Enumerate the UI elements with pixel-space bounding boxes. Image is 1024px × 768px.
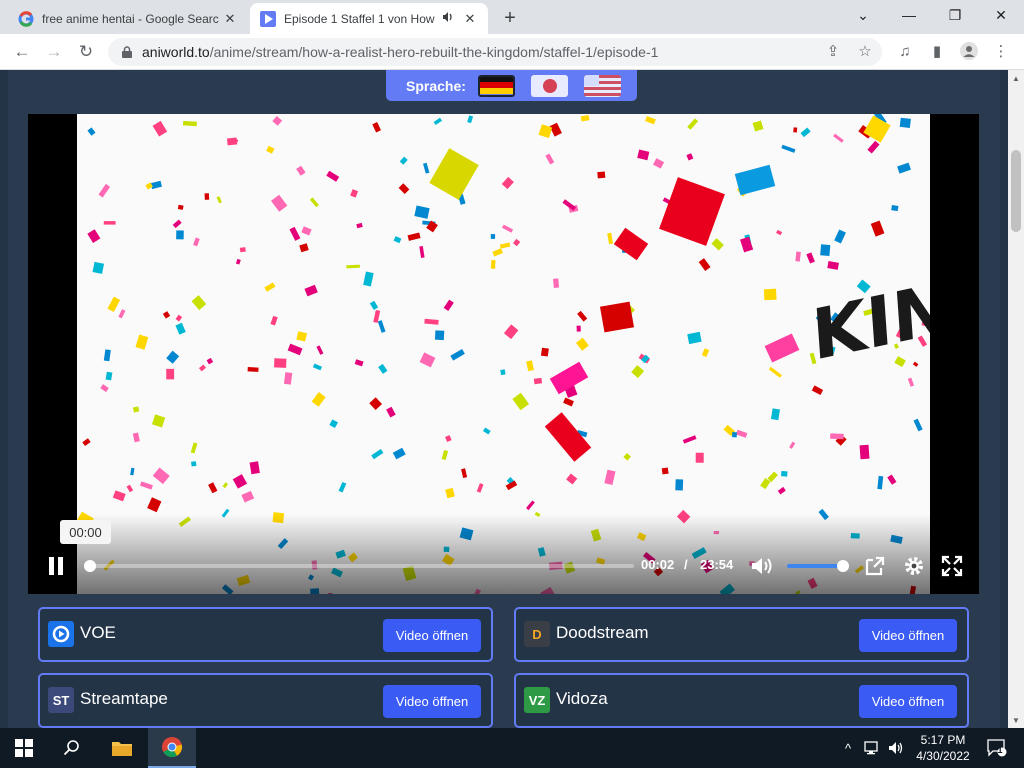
duration: 23:54 <box>700 557 734 572</box>
volume-handle[interactable] <box>837 560 849 572</box>
close-window-button[interactable]: ✕ <box>978 0 1024 30</box>
play-favicon-icon <box>260 10 276 27</box>
page-scrollbar[interactable]: ▲ ▼ <box>1008 70 1024 728</box>
hoster-doodstream[interactable]: D Doodstream Video öffnen <box>514 607 969 662</box>
volume-tray-icon[interactable] <box>886 738 906 758</box>
fullscreen-button[interactable] <box>940 554 964 578</box>
url-text: aniworld.to/anime/stream/how-a-realist-h… <box>142 44 658 60</box>
back-button[interactable]: ← <box>10 40 34 64</box>
gear-icon <box>905 557 923 575</box>
english-flag-icon[interactable] <box>584 74 621 97</box>
tray-overflow-icon[interactable]: ^ <box>838 738 858 758</box>
video-open-button[interactable]: Video öffnen <box>383 619 481 652</box>
maximize-button[interactable]: ❐ <box>932 0 978 30</box>
language-label: Sprache: <box>406 77 466 94</box>
clock-time: 5:17 PM <box>920 733 966 747</box>
pause-icon <box>49 557 63 575</box>
hoster-name: Vidoza <box>556 689 608 708</box>
video-overlay-text: KIN <box>809 267 930 377</box>
bookmark-star-icon[interactable]: ☆ <box>854 40 876 62</box>
tab-title: Episode 1 Staffel 1 von How <box>284 11 435 26</box>
seek-handle[interactable] <box>83 560 96 572</box>
url-path: /anime/stream/how-a-realist-hero-rebuilt… <box>209 44 659 60</box>
start-button[interactable] <box>0 728 48 768</box>
seek-tooltip: 00:00 <box>60 520 111 544</box>
japanese-flag-icon[interactable] <box>531 74 568 97</box>
windows-logo-icon <box>15 739 33 757</box>
streamtape-logo-icon: ST <box>48 687 74 713</box>
media-control-icon[interactable]: ♫ <box>894 40 916 62</box>
file-explorer-button[interactable] <box>98 728 146 768</box>
seek-bar[interactable] <box>83 560 634 572</box>
chrome-taskbar-button[interactable] <box>148 728 196 768</box>
google-icon <box>18 10 34 27</box>
hoster-voe[interactable]: VOE Video öffnen <box>38 607 493 662</box>
hoster-name: Doodstream <box>556 623 649 642</box>
hoster-name: VOE <box>80 623 116 642</box>
system-clock[interactable]: 5:17 PM 4/30/2022 <box>912 732 974 764</box>
notification-center-icon[interactable]: 1 <box>984 738 1010 758</box>
pause-button[interactable] <box>44 554 68 578</box>
menu-kebab-icon[interactable]: ⋮ <box>990 40 1012 62</box>
new-tab-button[interactable]: + <box>498 6 522 30</box>
tab-title: free anime hentai - Google Searc <box>42 11 219 26</box>
german-flag-icon[interactable] <box>477 74 516 97</box>
volume-icon <box>752 558 772 574</box>
reload-button[interactable]: ↻ <box>74 40 98 64</box>
hoster-vidoza[interactable]: VZ Vidoza Video öffnen <box>514 673 969 728</box>
video-open-button[interactable]: Video öffnen <box>383 685 481 718</box>
voe-logo-icon <box>48 621 74 647</box>
hoster-name: Streamtape <box>80 689 168 708</box>
scroll-down-arrow-icon[interactable]: ▼ <box>1008 712 1024 728</box>
tab-google-search[interactable]: free anime hentai - Google Searc ✕ <box>8 3 248 34</box>
external-link-icon <box>865 556 885 576</box>
vidoza-logo-icon: VZ <box>524 687 550 713</box>
search-button[interactable] <box>48 728 96 768</box>
controls-gradient <box>28 514 979 594</box>
windows-taskbar: ^ 5:17 PM 4/30/2022 1 <box>0 728 1024 768</box>
close-tab-icon[interactable]: ✕ <box>222 11 238 27</box>
forward-button[interactable]: → <box>42 40 66 64</box>
video-open-button[interactable]: Video öffnen <box>859 619 957 652</box>
time-separator: / <box>684 557 688 572</box>
popout-button[interactable] <box>863 554 887 578</box>
url-host: aniworld.to <box>142 44 210 60</box>
minimize-button[interactable]: — <box>886 0 932 30</box>
hoster-streamtape[interactable]: ST Streamtape Video öffnen <box>38 673 493 728</box>
tab-search-icon[interactable]: ⌄ <box>840 0 886 30</box>
address-bar[interactable]: aniworld.to/anime/stream/how-a-realist-h… <box>108 38 882 66</box>
volume-button[interactable] <box>750 554 776 578</box>
doodstream-logo-icon: D <box>524 621 550 647</box>
tab-strip: free anime hentai - Google Searc ✕ Episo… <box>0 0 1024 34</box>
tab-episode[interactable]: Episode 1 Staffel 1 von How ✕ <box>250 3 488 34</box>
share-icon[interactable]: ⇪ <box>822 40 844 62</box>
current-time: 00:02 <box>641 557 675 572</box>
folder-icon <box>112 742 132 756</box>
clock-date: 4/30/2022 <box>916 749 970 763</box>
scroll-thumb[interactable] <box>1011 150 1021 232</box>
network-icon[interactable] <box>862 738 882 758</box>
video-player[interactable]: KIN 00:00 00:02 / 23:54 <box>28 114 979 594</box>
speaker-icon[interactable] <box>442 11 456 26</box>
profile-avatar-icon[interactable] <box>958 40 980 62</box>
video-open-button[interactable]: Video öffnen <box>859 685 957 718</box>
browser-toolbar: ← → ↻ aniworld.to/anime/stream/how-a-rea… <box>0 34 1024 70</box>
chrome-icon <box>162 737 183 758</box>
side-panel-icon[interactable]: ▮ <box>926 40 948 62</box>
settings-button[interactable] <box>902 554 926 578</box>
search-icon <box>63 740 79 756</box>
volume-slider[interactable] <box>787 560 849 572</box>
language-selector: Sprache: <box>386 70 637 101</box>
notification-count: 1 <box>997 745 1003 755</box>
close-tab-icon[interactable]: ✕ <box>462 11 478 27</box>
scroll-up-arrow-icon[interactable]: ▲ <box>1008 70 1024 86</box>
fullscreen-icon <box>941 555 963 577</box>
lock-icon[interactable] <box>120 45 134 59</box>
page-content: Sprache: KIN 00:00 00:02 / 23:54 VOE Vid… <box>0 70 1008 728</box>
